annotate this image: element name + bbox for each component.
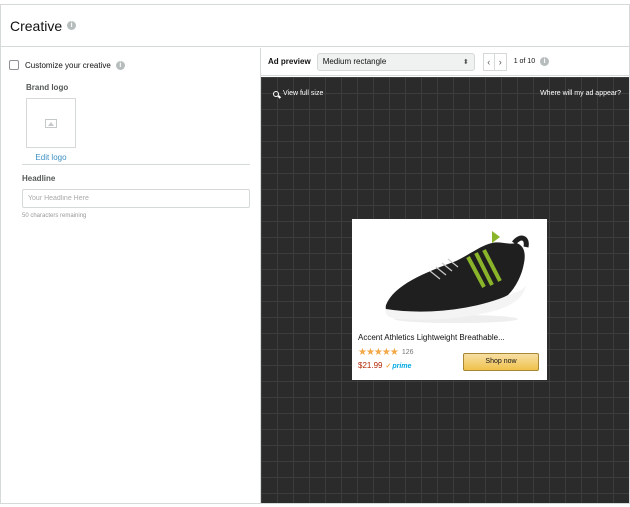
customize-row: Customize your creative i bbox=[9, 60, 125, 70]
panel-header: Creative i bbox=[1, 5, 629, 47]
ad-preview-section: Ad preview Medium rectangle ⬍ ‹ › 1 of 1… bbox=[260, 48, 629, 503]
brand-logo-label: Brand logo bbox=[26, 83, 69, 92]
headline-input[interactable] bbox=[22, 189, 250, 208]
info-icon[interactable]: i bbox=[67, 21, 77, 30]
page-title: Creative bbox=[10, 17, 63, 34]
headline-label: Headline bbox=[22, 174, 56, 183]
where-ad-appear-link[interactable]: Where will my ad appear? bbox=[540, 90, 621, 97]
prime-badge: ✓prime bbox=[385, 362, 411, 370]
divider bbox=[22, 164, 250, 165]
chevron-right-icon[interactable]: › bbox=[494, 52, 507, 71]
ad-size-value: Medium rectangle bbox=[322, 57, 387, 66]
stars-icon: ★★★★★ bbox=[358, 347, 399, 358]
product-title[interactable]: Accent Athletics Lightweight Breathable.… bbox=[358, 333, 505, 342]
chevron-left-icon[interactable]: ‹ bbox=[482, 52, 495, 71]
customize-checkbox[interactable] bbox=[9, 60, 19, 70]
info-icon[interactable]: i bbox=[540, 57, 550, 66]
review-count: 126 bbox=[401, 349, 414, 356]
page-count: 1 of 10 bbox=[513, 58, 536, 65]
ad-preview-label: Ad preview bbox=[268, 57, 311, 66]
edit-logo-link[interactable]: Edit logo bbox=[26, 153, 76, 162]
star-rating: ★★★★★ 126 bbox=[358, 347, 414, 358]
image-placeholder-icon bbox=[45, 118, 57, 128]
creative-settings: Customize your creative i Brand logo Edi… bbox=[1, 48, 260, 503]
view-full-size-label: View full size bbox=[283, 90, 324, 97]
characters-remaining: 50 characters remaining bbox=[22, 213, 87, 219]
creative-panel: Creative i Customize your creative i Bra… bbox=[0, 4, 630, 504]
ad-size-select[interactable]: Medium rectangle ⬍ bbox=[316, 52, 475, 71]
brand-logo-section: Brand logo Edit logo bbox=[26, 83, 101, 162]
search-icon bbox=[273, 90, 279, 97]
preview-toolbar: Ad preview Medium rectangle ⬍ ‹ › 1 of 1… bbox=[261, 48, 629, 76]
preview-pager: ‹ › bbox=[482, 52, 507, 71]
view-full-size-link[interactable]: View full size bbox=[273, 90, 323, 97]
price-row: $21.99 ✓prime bbox=[358, 361, 411, 370]
customize-label: Customize your creative bbox=[25, 60, 111, 70]
product-price: $21.99 bbox=[358, 361, 383, 370]
product-image bbox=[385, 231, 529, 323]
info-icon[interactable]: i bbox=[115, 60, 125, 70]
shop-now-button[interactable]: Shop now bbox=[463, 353, 539, 371]
brand-logo-box[interactable] bbox=[26, 98, 76, 148]
select-arrows-icon: ⬍ bbox=[462, 58, 469, 66]
ad-card: Accent Athletics Lightweight Breathable.… bbox=[352, 219, 547, 380]
prime-check-icon: ✓ bbox=[385, 363, 392, 370]
prime-label: prime bbox=[392, 363, 412, 370]
preview-canvas: View full size Where will my ad appear? … bbox=[261, 77, 629, 503]
